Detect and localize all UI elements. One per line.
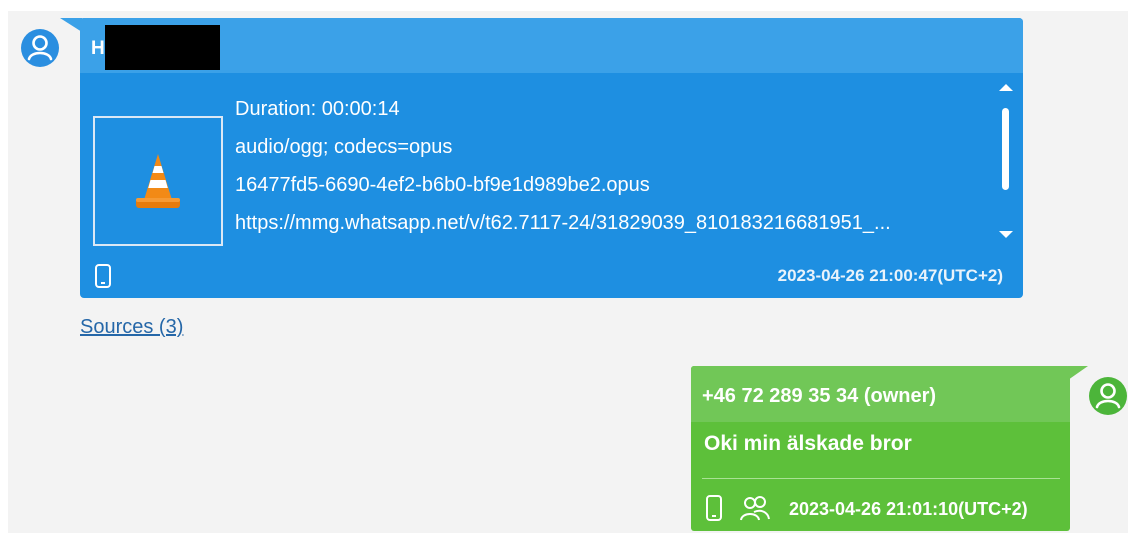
owner-avatar bbox=[1089, 377, 1127, 415]
sources-link[interactable]: Sources (3) bbox=[80, 316, 183, 339]
media-url[interactable]: https://mmg.whatsapp.net/v/t62.7117-24/3… bbox=[235, 212, 891, 235]
message-timestamp: 2023-04-26 21:00:47(UTC+2) bbox=[777, 266, 1003, 285]
contacts-icon bbox=[740, 496, 770, 521]
message-text: Oki min älskade bror bbox=[704, 432, 912, 455]
message-timestamp: 2023-04-26 21:01:10(UTC+2) bbox=[789, 499, 1028, 519]
user-icon bbox=[27, 35, 53, 61]
scroll-up-arrow-icon[interactable] bbox=[999, 84, 1013, 91]
message-header: +46 72 289 35 34 (owner) bbox=[691, 366, 1070, 422]
message-header: H bbox=[80, 18, 1023, 73]
scrollbar-thumb[interactable] bbox=[1002, 108, 1009, 190]
owner-number: +46 72 289 35 34 (owner) bbox=[702, 385, 937, 407]
sender-name: H bbox=[91, 38, 105, 59]
bubble-tail bbox=[60, 18, 82, 32]
phone-icon bbox=[95, 264, 111, 288]
incoming-message-bubble[interactable]: H Duration: 00:00:14 audio/ogg; codecs=o… bbox=[60, 18, 1023, 298]
user-icon bbox=[1095, 383, 1121, 409]
media-mime-type: audio/ogg; codecs=opus bbox=[235, 136, 453, 158]
media-filename: 16477fd5-6690-4ef2-b6b0-bf9e1d989be2.opu… bbox=[235, 174, 650, 196]
media-thumbnail[interactable] bbox=[93, 116, 223, 246]
outgoing-message-bubble[interactable]: +46 72 289 35 34 (owner) Oki min älskade… bbox=[691, 366, 1088, 531]
redaction-box bbox=[105, 25, 220, 70]
media-duration: Duration: 00:00:14 bbox=[235, 98, 400, 120]
vlc-cone-icon bbox=[136, 154, 180, 208]
divider bbox=[702, 478, 1060, 479]
scroll-down-arrow-icon[interactable] bbox=[999, 231, 1013, 238]
bubble-tail bbox=[1068, 366, 1088, 380]
phone-icon bbox=[706, 495, 722, 521]
sender-avatar bbox=[21, 29, 59, 67]
